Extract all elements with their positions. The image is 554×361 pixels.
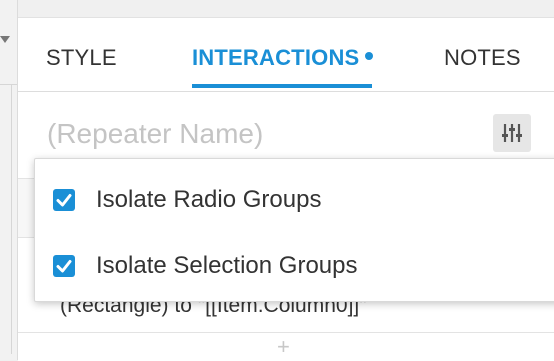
tab-label: STYLE	[46, 45, 117, 70]
checkmark-icon	[56, 194, 72, 207]
divider	[18, 332, 554, 333]
divider	[0, 84, 17, 85]
tab-notes[interactable]: NOTES	[444, 45, 521, 71]
tab-label: INTERACTIONS	[192, 45, 360, 70]
checkmark-icon	[56, 260, 72, 273]
checkbox[interactable]	[53, 189, 75, 211]
option-isolate-radio-groups[interactable]: Isolate Radio Groups	[53, 185, 321, 215]
indicator-dot-icon	[365, 52, 374, 61]
sliders-icon	[502, 124, 522, 142]
tab-interactions[interactable]: INTERACTIONS	[192, 45, 374, 71]
caret-down-icon[interactable]	[0, 36, 10, 43]
checkbox[interactable]	[53, 255, 75, 277]
option-label: Isolate Radio Groups	[96, 186, 322, 213]
divider	[11, 84, 12, 354]
option-isolate-selection-groups[interactable]: Isolate Selection Groups	[53, 251, 357, 281]
option-label: Isolate Selection Groups	[96, 252, 358, 279]
settings-button[interactable]	[493, 114, 531, 152]
settings-dropdown: Isolate Radio Groups Isolate Selection G…	[34, 158, 554, 302]
repeater-name-field[interactable]: (Repeater Name)	[47, 118, 263, 150]
tab-style[interactable]: STYLE	[46, 45, 117, 71]
left-panel-edge	[0, 0, 18, 360]
tab-bar: STYLE INTERACTIONS NOTES	[18, 18, 554, 92]
plus-icon[interactable]: +	[277, 336, 290, 358]
active-tab-indicator	[192, 84, 372, 88]
tab-label: NOTES	[444, 45, 521, 70]
